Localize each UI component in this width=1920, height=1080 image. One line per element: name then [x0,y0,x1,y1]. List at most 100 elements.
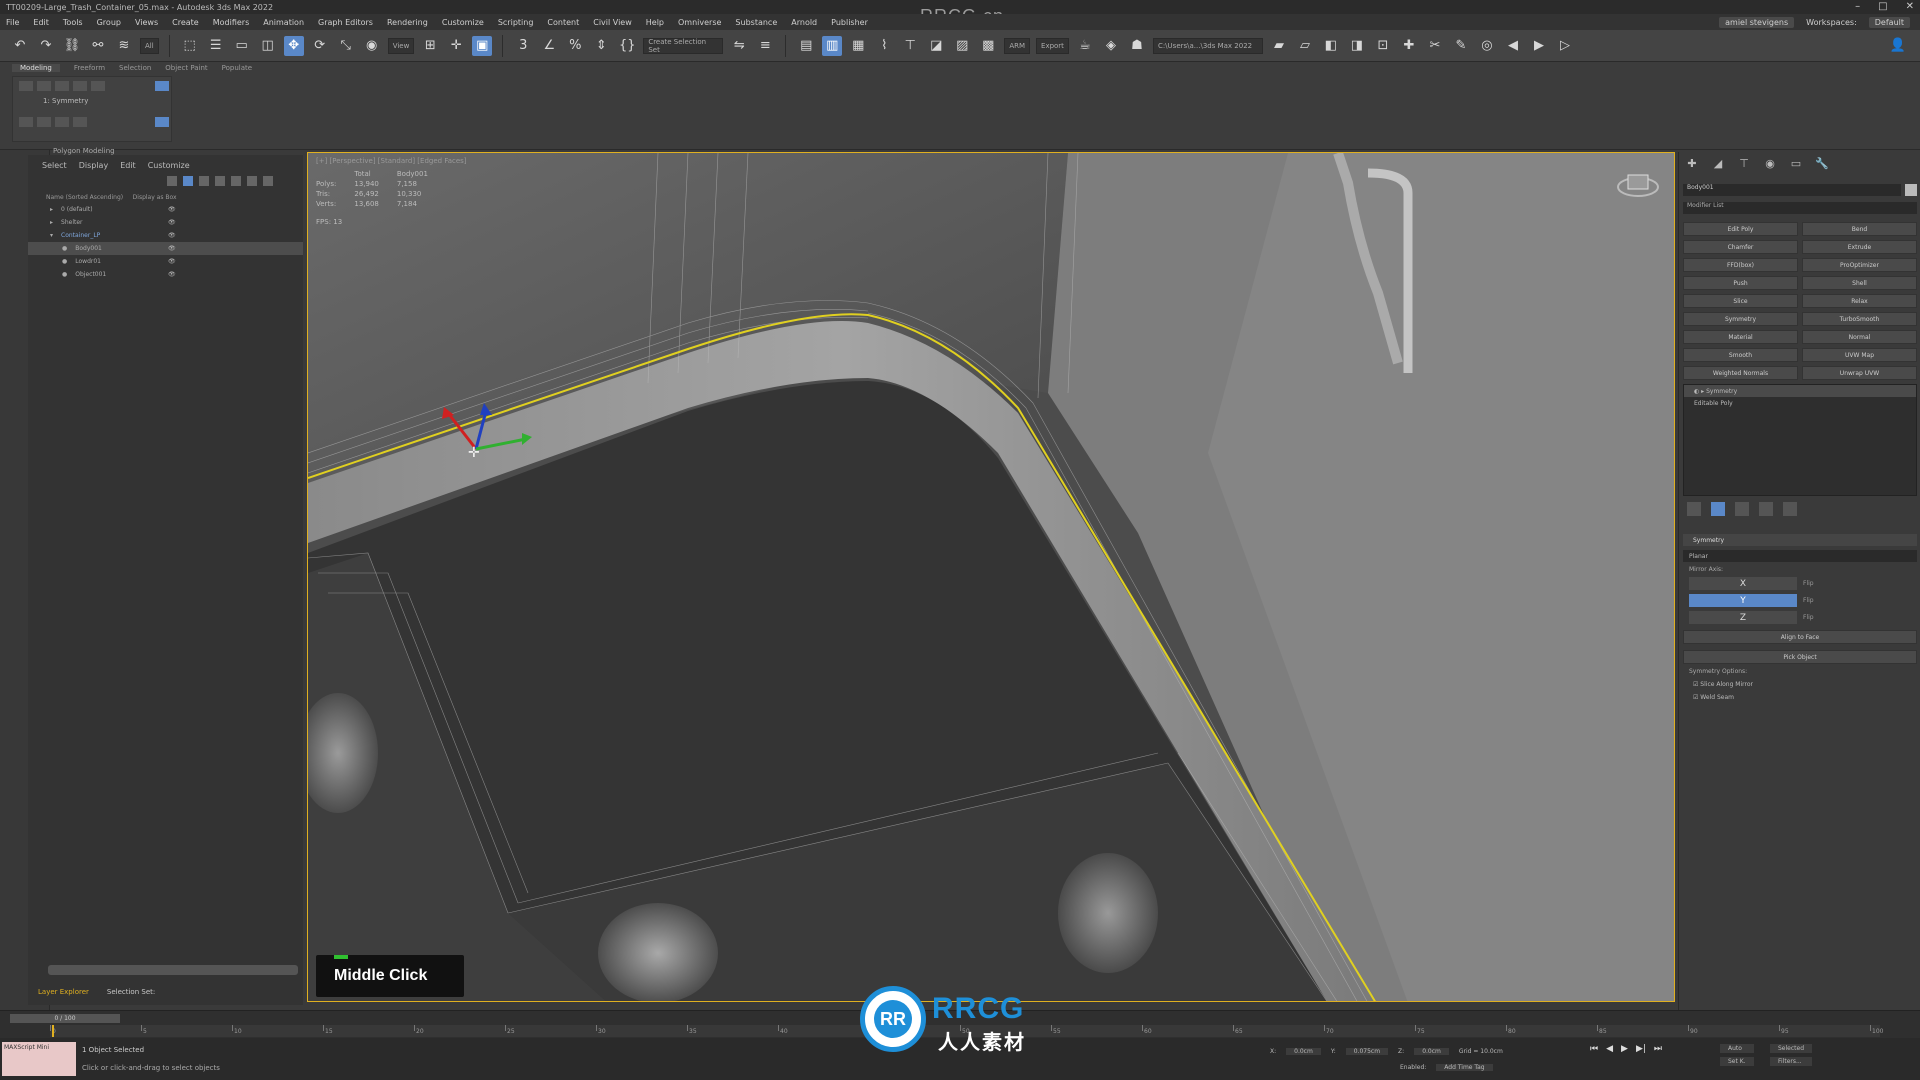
new-layer-icon[interactable] [247,176,257,186]
flip-checkbox[interactable]: Flip [1803,597,1814,604]
list-item[interactable]: ▸ Shelter 👁 [28,216,303,229]
tab-populate[interactable]: Populate [222,64,252,72]
key-filters-button[interactable]: Filters... [1770,1057,1813,1066]
selected-dropdown[interactable]: Selected [1770,1044,1813,1053]
render-setup-icon[interactable]: ▨ [952,36,972,56]
expand-icon[interactable]: ▾ [50,232,53,239]
symmetry-mode-dropdown[interactable]: Planar [1683,550,1917,562]
workspace-dropdown[interactable]: Default [1868,16,1910,28]
menu-tools[interactable]: Tools [63,18,83,27]
stack-item-editable-poly[interactable]: Editable Poly [1684,397,1916,409]
bind-spacewarp-icon[interactable]: ≋ [114,36,134,56]
current-frame-marker[interactable] [52,1025,54,1037]
mirror-icon[interactable]: ⇋ [729,36,749,56]
modifier-list-dropdown[interactable]: Modifier List [1683,202,1917,214]
menu-animation[interactable]: Animation [263,18,304,27]
prev-icon[interactable]: ◀ [1503,36,1523,56]
utilities-tab-icon[interactable]: 🔧 [1815,156,1829,170]
use-soft-selection-icon[interactable] [155,117,169,127]
align-icon[interactable]: ≡ [755,36,775,56]
redo-icon[interactable]: ↷ [36,36,56,56]
flip-checkbox[interactable]: Flip [1803,580,1814,587]
project-folder-dropdown[interactable]: C:\Users\a...\3ds Max 2022 [1152,37,1263,54]
select-object-icon[interactable]: ⬚ [180,36,200,56]
hierarchy-icon[interactable] [231,176,241,186]
previous-frame-icon[interactable]: ◀ [1606,1044,1613,1054]
menu-group[interactable]: Group [97,18,121,27]
modifier-button[interactable]: Relax [1802,294,1917,308]
modifier-button[interactable]: Push [1683,276,1798,290]
angle-snap-icon[interactable]: ∠ [539,36,559,56]
modifier-button[interactable]: Unwrap UVW [1802,366,1917,380]
menu-create[interactable]: Create [172,18,199,27]
modifier-button[interactable]: Bend [1802,222,1917,236]
column-name[interactable]: Name (Sorted Ascending) [46,194,123,201]
modify-tab-icon[interactable]: ◢ [1711,156,1725,170]
show-end-result-icon[interactable] [1711,502,1725,516]
pivot-icon[interactable]: ⊞ [420,36,440,56]
axis-x-button[interactable]: X [1689,577,1797,590]
go-to-end-icon[interactable]: ⏭ [1654,1044,1662,1054]
menu-civil-view[interactable]: Civil View [593,18,632,27]
named-selection-set-dropdown[interactable]: Create Selection Set [643,37,724,54]
modifier-button[interactable]: Weighted Normals [1683,366,1798,380]
axis-z-button[interactable]: Z [1689,611,1797,624]
play-icon[interactable]: ▶ [1529,36,1549,56]
set-key-button[interactable]: Set K. [1720,1057,1754,1066]
curve-editor-icon[interactable]: ⌇ [874,36,894,56]
rectangle-selection-icon[interactable]: ▭ [232,36,252,56]
explorer-menu-select[interactable]: Select [42,161,67,170]
polygon-mode-icon[interactable] [73,81,87,91]
add-time-tag-button[interactable]: Add Time Tag [1436,1064,1493,1071]
preview-icon[interactable] [73,117,87,127]
time-slider[interactable]: 0 / 100 [10,1014,120,1023]
minimize-icon[interactable]: – [1855,1,1860,12]
axis-y-button[interactable]: Y [1689,594,1797,607]
stack-item-symmetry[interactable]: ◐ ▸ Symmetry [1684,385,1916,397]
preview-icon[interactable] [55,117,69,127]
options-icon[interactable] [263,176,273,186]
weld-seam-checkbox[interactable]: ☑ Weld Seam [1683,694,1917,701]
menu-scripting[interactable]: Scripting [498,18,534,27]
menu-views[interactable]: Views [135,18,158,27]
teapot-render-icon[interactable]: ☕ [1075,36,1095,56]
visibility-icon[interactable]: 👁 [168,219,176,226]
asset-tracking-icon[interactable]: ◨ [1347,36,1367,56]
viewcube-icon[interactable] [1616,169,1660,199]
modifier-button[interactable]: Slice [1683,294,1798,308]
tool-d-icon[interactable]: ◎ [1477,36,1497,56]
list-item[interactable]: ▸ 0 (default) 👁 [28,203,303,216]
x-field[interactable]: 0.0cm [1286,1048,1321,1055]
display-tab-icon[interactable]: ▭ [1789,156,1803,170]
reference-coordinate-dropdown[interactable]: View [387,37,415,54]
pin-stack-icon[interactable] [1687,502,1701,516]
move-icon[interactable]: ✥ [283,35,304,56]
sign-in-icon[interactable]: 👤 [1888,36,1908,56]
rollout-header[interactable]: Symmetry [1683,534,1917,546]
unlink-icon[interactable]: ⚯ [88,36,108,56]
menu-omniverse[interactable]: Omniverse [678,18,721,27]
flip-checkbox[interactable]: Flip [1803,614,1814,621]
border-mode-icon[interactable] [55,81,69,91]
explorer-menu-edit[interactable]: Edit [120,161,136,170]
material-editor-icon[interactable]: ◪ [926,36,946,56]
modifier-button[interactable]: Edit Poly [1683,222,1798,236]
auto-key-button[interactable]: Auto [1720,1044,1754,1053]
modifier-button[interactable]: Symmetry [1683,312,1798,326]
lock-icon[interactable] [199,176,209,186]
place-icon[interactable]: ◉ [362,36,382,56]
export-label[interactable]: Export [1036,37,1069,54]
list-item[interactable]: ● Lowdr01 👁 [28,255,303,268]
expand-icon[interactable]: ▸ [50,219,53,226]
menu-file[interactable]: File [6,18,19,27]
menu-content[interactable]: Content [547,18,579,27]
z-field[interactable]: 0.0cm [1414,1048,1449,1055]
y-field[interactable]: 0.075cm [1345,1048,1389,1055]
tab-freeform[interactable]: Freeform [74,64,105,72]
set-project-icon[interactable]: ◧ [1321,36,1341,56]
save-folder-icon[interactable]: ▱ [1295,36,1315,56]
rendered-frame-window-icon[interactable]: ▩ [978,36,998,56]
scale-icon[interactable]: ⤡ [336,36,356,56]
create-tab-icon[interactable]: ✚ [1685,156,1699,170]
tool-b-icon[interactable]: ✂ [1425,36,1445,56]
